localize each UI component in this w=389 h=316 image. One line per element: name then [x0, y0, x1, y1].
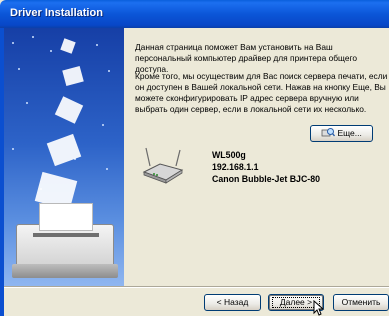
more-button-label: Еще... [337, 128, 362, 138]
title-bar[interactable]: Driver Installation [0, 0, 389, 28]
flying-paper-2 [62, 65, 84, 87]
device-ip: 192.168.1.1 [212, 162, 259, 172]
wizard-content: Данная страница поможет Вам установить н… [124, 28, 389, 286]
device-name: WL500g [212, 150, 246, 160]
cancel-button[interactable]: Отменить [333, 294, 389, 311]
flying-paper-3 [54, 96, 84, 124]
flying-paper-1 [60, 38, 76, 54]
installer-window: Driver Installation Данная страница помо… [0, 0, 389, 316]
mouse-pointer-icon [313, 299, 325, 316]
printer-base [12, 264, 118, 278]
device-printer: Canon Bubble-Jet BJC-80 [212, 174, 321, 184]
back-button[interactable]: < Назад [204, 294, 261, 311]
flying-paper-4 [46, 133, 82, 167]
print-server-icon [142, 146, 184, 184]
more-button[interactable]: Еще... [310, 125, 373, 142]
search-network-icon [321, 127, 336, 139]
intro-paragraph-2: Кроме того, мы осуществим для Вас поиск … [135, 71, 388, 114]
wizard-illustration [4, 28, 124, 286]
device-info: WL500g 192.168.1.1 Canon Bubble-Jet BJC-… [212, 149, 320, 185]
window-title: Driver Installation [10, 7, 103, 19]
